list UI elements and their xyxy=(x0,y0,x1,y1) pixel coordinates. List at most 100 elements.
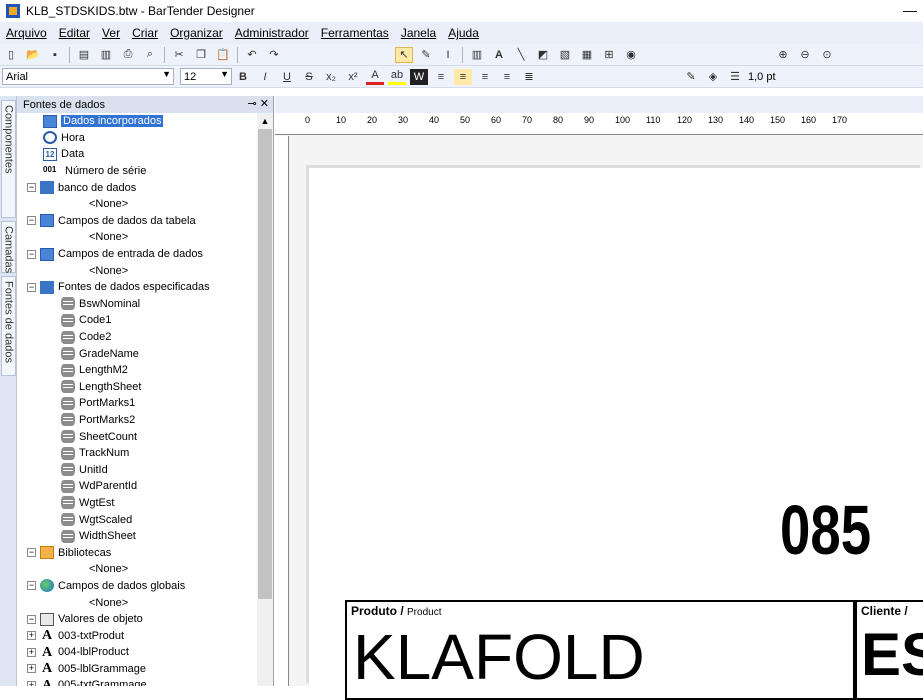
tree-item[interactable]: + A 004-lblProduct xyxy=(17,644,257,661)
tree-item[interactable]: PortMarks1 xyxy=(17,395,257,412)
menu-item-ver[interactable]: Ver xyxy=(102,26,120,40)
print-preview-icon[interactable]: ▤ xyxy=(75,47,93,63)
pen-tool-icon[interactable]: ✎ xyxy=(417,47,435,63)
tree-item[interactable]: − Campos de dados da tabela xyxy=(17,213,257,230)
paste-icon[interactable]: 📋 xyxy=(214,47,232,63)
tree-item[interactable]: TrackNum xyxy=(17,445,257,462)
tree-item[interactable]: <None> xyxy=(17,262,257,279)
tree-item[interactable]: PortMarks2 xyxy=(17,412,257,429)
expand-toggle-icon[interactable]: − xyxy=(27,282,36,292)
tree-item[interactable]: BswNominal xyxy=(17,296,257,313)
minimize-button[interactable]: — xyxy=(903,2,917,18)
tree-item[interactable]: − Campos de entrada de dados xyxy=(17,246,257,263)
tree-item[interactable]: WgtEst xyxy=(17,495,257,512)
tree-item[interactable]: + A 005-txtGrammage xyxy=(17,677,257,686)
side-tab-2[interactable]: Fontes de dados xyxy=(1,276,16,376)
line-tool-icon[interactable]: ╲ xyxy=(512,47,530,63)
menu-item-janela[interactable]: Janela xyxy=(401,26,436,40)
expand-toggle-icon[interactable]: − xyxy=(27,249,36,259)
zoom-page-icon[interactable]: ⌕ xyxy=(141,47,159,63)
shape-tool-icon[interactable]: ◩ xyxy=(534,47,552,63)
tree-item[interactable]: GradeName xyxy=(17,345,257,362)
zoom-out-icon[interactable]: ⊖ xyxy=(796,47,814,63)
product-box[interactable]: Produto / Product KLAFOLD xyxy=(345,600,855,700)
strikethrough-button[interactable]: S xyxy=(300,69,318,85)
fill-color-icon[interactable]: ◈ xyxy=(704,69,722,85)
tree-item[interactable]: Hora xyxy=(17,130,257,147)
rfid-tool-icon[interactable]: ◉ xyxy=(622,47,640,63)
justify-all-icon[interactable]: ≣ xyxy=(520,69,538,85)
expand-toggle-icon[interactable]: + xyxy=(27,664,36,674)
line-color-icon[interactable]: ✎ xyxy=(682,69,700,85)
word-art-icon[interactable]: W xyxy=(410,68,428,85)
zoom-fit-icon[interactable]: ⊙ xyxy=(818,47,836,63)
justify-icon[interactable]: ≡ xyxy=(498,69,516,85)
expand-toggle-icon[interactable]: − xyxy=(27,548,36,558)
redo-icon[interactable]: ↷ xyxy=(265,47,283,63)
print-icon[interactable]: ⎙ xyxy=(119,47,137,63)
menu-item-ajuda[interactable]: Ajuda xyxy=(448,26,479,40)
menu-item-organizar[interactable]: Organizar xyxy=(170,26,223,40)
tree-item[interactable]: <None> xyxy=(17,594,257,611)
copy-icon[interactable]: ❐ xyxy=(192,47,210,63)
save-icon[interactable]: ▪ xyxy=(46,47,64,63)
align-left-icon[interactable]: ≡ xyxy=(432,69,450,85)
database-setup-icon[interactable]: ▥ xyxy=(97,47,115,63)
grid-tool-icon[interactable]: ⊞ xyxy=(600,47,618,63)
side-tab-1[interactable]: Camadas xyxy=(1,221,16,273)
line-weight-icon[interactable]: ☰ xyxy=(726,69,744,85)
menu-item-editar[interactable]: Editar xyxy=(59,26,90,40)
scrollbar-thumb[interactable] xyxy=(258,129,272,599)
table-tool-icon[interactable]: ▦ xyxy=(578,47,596,63)
expand-toggle-icon[interactable]: − xyxy=(27,216,36,226)
tree-item[interactable]: LengthSheet xyxy=(17,379,257,396)
tree-item[interactable]: <None> xyxy=(17,229,257,246)
menu-item-arquivo[interactable]: Arquivo xyxy=(6,26,47,40)
new-icon[interactable]: ▯ xyxy=(2,47,20,63)
subscript-button[interactable]: x₂ xyxy=(322,69,340,85)
select-tool-icon[interactable]: ↖ xyxy=(395,46,413,63)
expand-toggle-icon[interactable]: + xyxy=(27,647,36,657)
text-tool-icon[interactable]: A xyxy=(490,47,508,63)
tree-item[interactable]: + A 005-lblGrammage xyxy=(17,661,257,678)
tree-item[interactable]: 12 Data xyxy=(17,146,257,163)
bold-button[interactable]: B xyxy=(234,69,252,85)
label-number-text[interactable]: 085 xyxy=(780,490,871,570)
tree-item[interactable]: WdParentId xyxy=(17,478,257,495)
undo-icon[interactable]: ↶ xyxy=(243,47,261,63)
expand-toggle-icon[interactable]: − xyxy=(27,183,36,193)
line-weight-value[interactable]: 1,0 pt xyxy=(748,71,776,83)
tree-item[interactable]: WgtScaled xyxy=(17,511,257,528)
underline-button[interactable]: U xyxy=(278,69,296,85)
align-center-icon[interactable]: ≡ xyxy=(454,68,472,85)
font-name-select[interactable]: Arial ▼ xyxy=(2,68,174,85)
tree-item[interactable]: − Fontes de dados especificadas xyxy=(17,279,257,296)
product-value[interactable]: KLAFOLD xyxy=(353,620,645,694)
text-cursor-icon[interactable]: I xyxy=(439,47,457,63)
design-canvas[interactable]: 0 10 20 30 40 50 60 70 80 90 100 110 120 130 140 150 160… xyxy=(275,96,923,686)
italic-button[interactable]: I xyxy=(256,69,274,85)
expand-toggle-icon[interactable]: + xyxy=(27,680,36,686)
tree-item[interactable]: + A 003-txtProdut xyxy=(17,627,257,644)
client-box[interactable]: Cliente / ES xyxy=(855,600,923,700)
pin-close-icons[interactable]: ⊸ ✕ xyxy=(248,97,270,110)
tree-item[interactable]: <None> xyxy=(17,196,257,213)
expand-toggle-icon[interactable]: + xyxy=(27,631,36,641)
font-size-select[interactable]: 12 ▼ xyxy=(180,68,232,85)
image-tool-icon[interactable]: ▧ xyxy=(556,47,574,63)
tree-item[interactable]: − banco de dados xyxy=(17,179,257,196)
scroll-up-icon[interactable]: ▲ xyxy=(257,113,273,129)
tree-item[interactable]: − Campos de dados globais xyxy=(17,578,257,595)
menu-item-ferramentas[interactable]: Ferramentas xyxy=(321,26,389,40)
tree-item[interactable]: UnitId xyxy=(17,461,257,478)
tree-item[interactable]: − Valores de objeto xyxy=(17,611,257,628)
expand-toggle-icon[interactable]: − xyxy=(27,581,36,591)
expand-toggle-icon[interactable]: − xyxy=(27,614,36,624)
tree-item[interactable]: 001 Número de série xyxy=(17,163,257,180)
menu-item-criar[interactable]: Criar xyxy=(132,26,158,40)
cut-icon[interactable]: ✂ xyxy=(170,47,188,63)
tree-item[interactable]: Code1 xyxy=(17,312,257,329)
align-right-icon[interactable]: ≡ xyxy=(476,69,494,85)
zoom-in-icon[interactable]: ⊕ xyxy=(774,47,792,63)
highlight-icon[interactable]: ab xyxy=(388,69,406,85)
